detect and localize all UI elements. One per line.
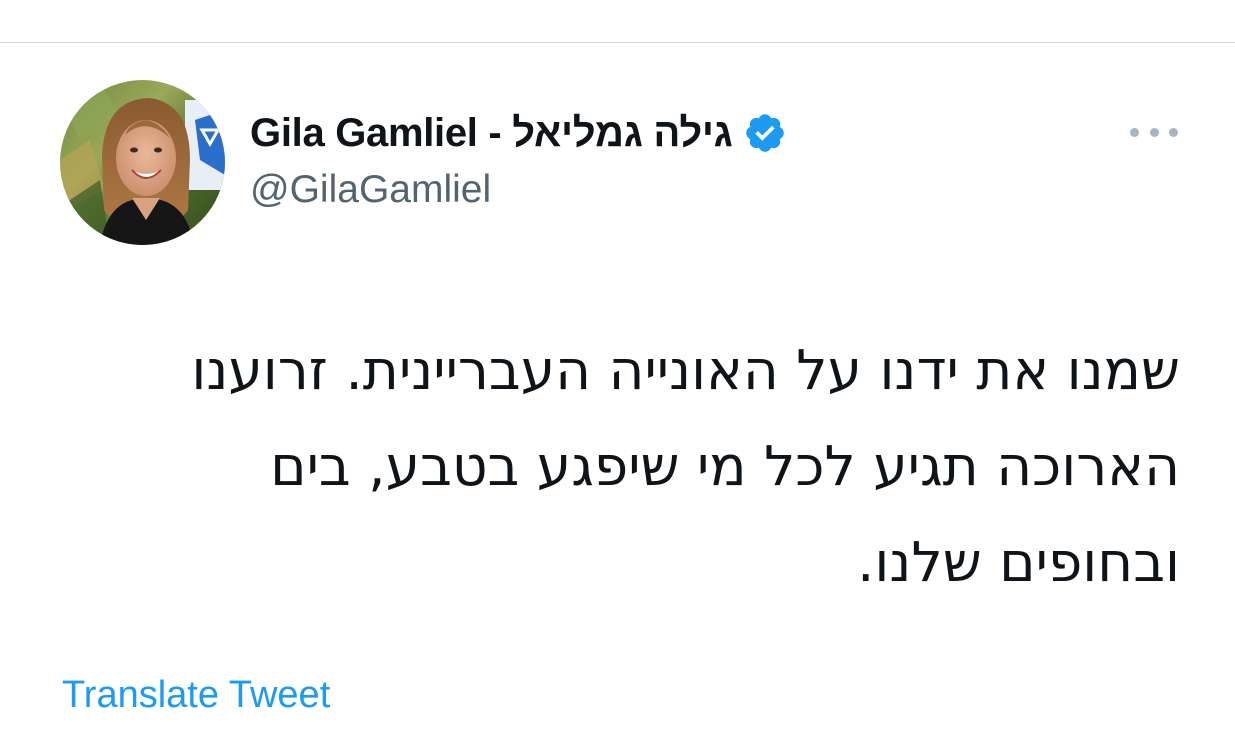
translate-tweet-link[interactable]: Translate Tweet — [62, 674, 330, 717]
author-name-row[interactable]: Gila Gamliel - גילה גמליאל — [250, 108, 787, 158]
more-options-icon[interactable] — [1130, 122, 1178, 142]
more-dot — [1130, 127, 1139, 137]
tweet-text-line: שמנו את ידנו על האונייה העבריינית. זרוענ… — [191, 338, 1180, 402]
more-dot — [1169, 127, 1178, 137]
author-handle[interactable]: @GilaGamliel — [250, 168, 491, 212]
verified-badge-icon — [743, 111, 787, 155]
tweet-text-line: הארוכה תגיע לכל מי שיפגע בטבע, בים — [270, 434, 1180, 498]
tweet-text-line: ובחופים שלנו. — [856, 530, 1180, 594]
author-display-name[interactable]: Gila Gamliel - גילה גמליאל — [250, 111, 733, 156]
previous-item-edge — [62, 0, 74, 2]
tweet-text: שמנו את ידנו על האונייה העבריינית. זרוענ… — [62, 322, 1180, 610]
section-divider — [0, 42, 1235, 43]
more-dot — [1149, 127, 1159, 137]
tweet-page: Gila Gamliel - גילה גמליאל @GilaGamliel … — [0, 0, 1235, 755]
avatar[interactable] — [60, 80, 225, 245]
